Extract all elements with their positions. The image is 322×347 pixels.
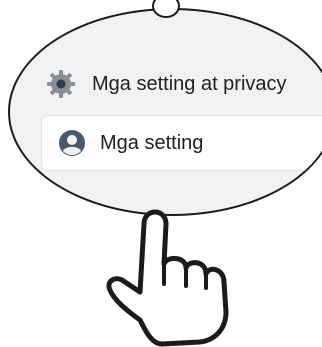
menu-item-settings-privacy[interactable]: Mga setting at privacy: [44, 66, 287, 102]
profile-icon: [59, 130, 85, 156]
gear-icon: [47, 70, 75, 98]
settings-label: Mga setting: [100, 131, 204, 154]
menu-item-settings[interactable]: Mga setting: [42, 116, 322, 170]
magnifier-lens: Mga setting at privacy Mga setting: [8, 8, 322, 216]
settings-privacy-label: Mga setting at privacy: [92, 72, 287, 95]
pointing-hand-icon: [106, 209, 229, 347]
menu-panel: Mga setting at privacy Mga setting: [10, 10, 322, 214]
screenshot-stage: Mga setting at privacy Mga setting: [0, 0, 322, 347]
